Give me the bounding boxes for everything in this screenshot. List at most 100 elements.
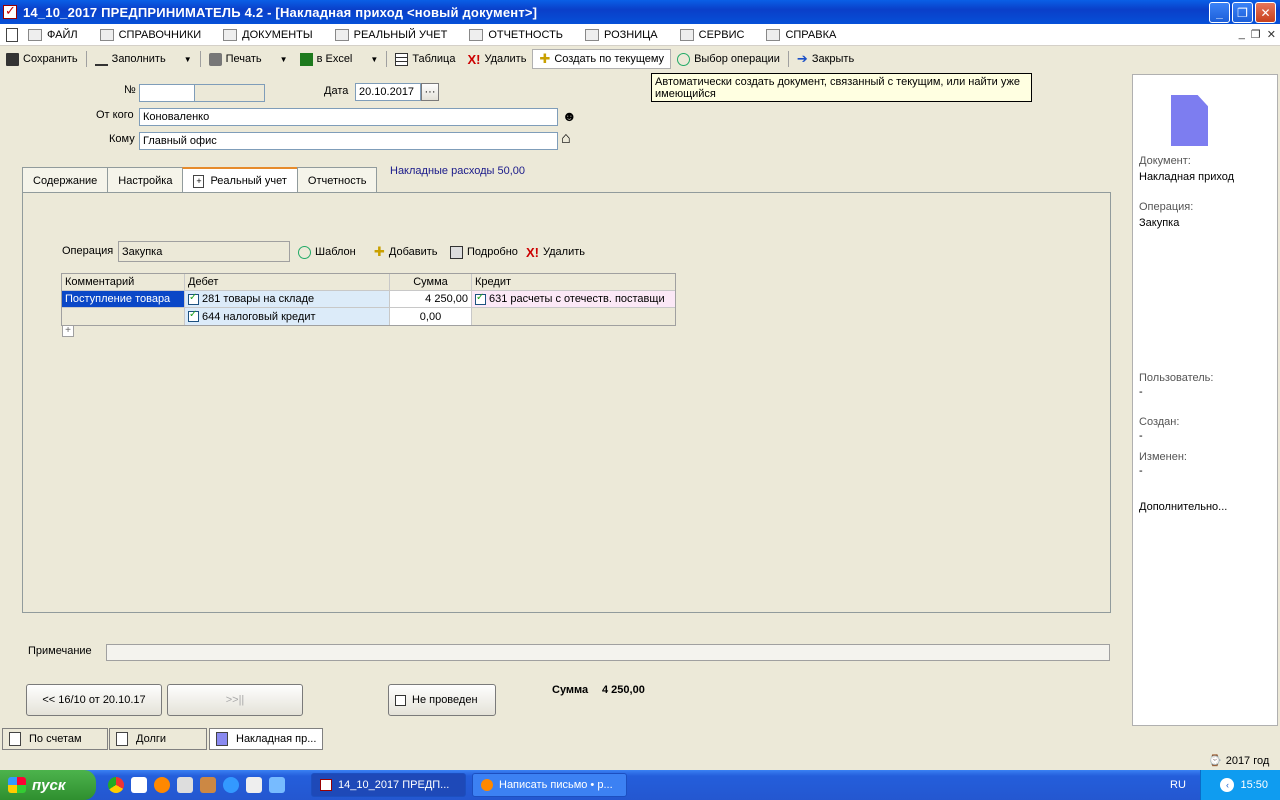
delete-button[interactable]: X! Удалить — [461, 49, 532, 69]
bottom-tab-debts[interactable]: Долги — [109, 728, 207, 750]
save-button[interactable]: Сохранить — [0, 49, 84, 69]
mdi-restore-button[interactable]: ❐ — [1251, 28, 1261, 41]
tab-settings[interactable]: Настройка — [107, 167, 184, 193]
home-icon — [99, 28, 114, 41]
changed-value: - — [1139, 465, 1143, 477]
cell-comment[interactable] — [62, 308, 185, 325]
person-icon[interactable]: ☻ — [562, 108, 577, 124]
create-from-current-button[interactable]: ✚ Создать по текущему — [532, 49, 672, 69]
excel-button[interactable]: в Excel ▼ — [294, 49, 385, 69]
expand-plus-icon[interactable]: + — [62, 325, 74, 337]
restore-button[interactable]: ❐ — [1232, 2, 1253, 23]
overhead-costs: Накладные расходы 50,00 — [390, 165, 526, 177]
header-sum[interactable]: Сумма — [390, 274, 472, 290]
cell-credit[interactable] — [472, 308, 675, 325]
close-button[interactable]: ➔ Закрыть — [791, 49, 860, 69]
add-row-button[interactable]: ✚ Добавить — [368, 242, 444, 262]
cell-credit[interactable]: 631 расчеты с отечеств. поставщи — [472, 291, 675, 307]
cell-debit[interactable]: 644 налоговый кредит — [185, 308, 390, 325]
tab-reports[interactable]: Отчетность — [296, 167, 378, 193]
next-document-button[interactable]: >>|| — [167, 684, 303, 716]
year-indicator[interactable]: ⌚ 2017 год — [1208, 754, 1269, 768]
mail-icon[interactable] — [131, 777, 147, 793]
menu-documents[interactable]: ДОКУМЕНТЫ — [223, 28, 313, 41]
document-icon — [223, 28, 238, 41]
chevron-down-icon[interactable]: ▼ — [184, 55, 192, 64]
menu-service[interactable]: СЕРВИС — [679, 28, 744, 41]
language-indicator[interactable]: RU — [1170, 779, 1186, 791]
toolbar-separator — [199, 51, 201, 67]
table-icon — [395, 52, 409, 66]
chevron-down-icon[interactable]: ▼ — [280, 55, 288, 64]
document-icon — [116, 732, 128, 746]
mdi-close-button[interactable]: ✕ — [1267, 28, 1276, 41]
task-app-window[interactable]: 14_10_2017 ПРЕДП... — [311, 773, 466, 797]
minimize-button[interactable]: _ — [1209, 2, 1230, 23]
menu-reports[interactable]: ОТЧЕТНОСТЬ — [469, 28, 563, 41]
clock[interactable]: 15:50 — [1240, 779, 1268, 791]
checkbox-checked-icon[interactable] — [475, 292, 486, 305]
bottom-tab-invoice[interactable]: Накладная пр... — [209, 728, 323, 750]
mdi-minimize-button[interactable]: _ — [1239, 28, 1245, 41]
floppy-icon — [6, 52, 19, 66]
print-button[interactable]: Печать ▼ — [203, 49, 294, 69]
created-value: - — [1139, 430, 1143, 442]
header-comment[interactable]: Комментарий — [62, 274, 185, 290]
delete-row-button[interactable]: X! Удалить — [520, 242, 591, 262]
chevron-down-icon[interactable]: ▼ — [370, 55, 378, 64]
ie-icon[interactable] — [223, 777, 239, 793]
desktop-icon[interactable] — [177, 777, 193, 793]
number-input[interactable] — [139, 84, 195, 102]
note-input[interactable] — [106, 644, 1110, 661]
printer-icon — [208, 52, 222, 66]
close-window-button[interactable]: ✕ — [1255, 2, 1276, 23]
date-picker-button[interactable]: ··· — [421, 83, 439, 101]
cell-sum[interactable]: 0,00 — [390, 308, 472, 325]
cell-debit[interactable]: 281 товары на складе — [185, 291, 390, 307]
table-row[interactable]: 644 налоговый кредит 0,00 — [62, 308, 675, 325]
menu-file[interactable]: ФАЙЛ — [28, 28, 78, 41]
table-button[interactable]: Таблица — [389, 49, 461, 69]
refresh-icon[interactable] — [269, 777, 285, 793]
cell-comment[interactable]: Поступление товара — [62, 291, 185, 307]
fill-button[interactable]: Заполнить ▼ — [89, 49, 198, 69]
more-link[interactable]: Дополнительно... — [1139, 501, 1227, 513]
tab-real-accounting[interactable]: + Реальный учет — [182, 167, 298, 194]
firefox-icon[interactable] — [154, 777, 170, 793]
home-icon[interactable]: ⌂ — [561, 130, 571, 148]
chrome-icon[interactable] — [108, 777, 124, 793]
header-credit[interactable]: Кредит — [472, 274, 675, 290]
tab-content[interactable]: Содержание — [22, 167, 109, 193]
header-debit[interactable]: Дебет — [185, 274, 390, 290]
task-browser-window[interactable]: Написать письмо • р... — [472, 773, 627, 797]
checkbox-checked-icon[interactable] — [188, 292, 199, 305]
to-input[interactable]: Главный офис — [139, 132, 558, 150]
app-launcher-icon[interactable] — [200, 777, 216, 793]
menu-retail[interactable]: РОЗНИЦА — [585, 28, 658, 41]
date-input[interactable]: 20.10.2017 — [355, 83, 421, 101]
table-row[interactable]: Поступление товара 281 товары на складе … — [62, 291, 675, 308]
ledger-icon — [334, 28, 349, 41]
date-label: Дата — [324, 85, 349, 97]
created-label: Создан: — [1139, 416, 1180, 428]
cell-sum[interactable]: 4 250,00 — [390, 291, 472, 307]
new-document-icon[interactable] — [6, 27, 18, 42]
from-input[interactable]: Коноваленко — [139, 108, 558, 126]
operation-field[interactable]: Закупка — [118, 241, 290, 262]
menu-help[interactable]: СПРАВКА — [766, 28, 836, 41]
posted-toggle[interactable]: Не проведен — [388, 684, 496, 716]
firefox-icon — [481, 779, 493, 791]
choose-operation-button[interactable]: Выбор операции — [671, 49, 786, 69]
start-button[interactable]: пуск — [0, 770, 96, 800]
bottom-tab-by-accounts[interactable]: По счетам — [2, 728, 108, 750]
checkbox-checked-icon[interactable] — [188, 309, 199, 322]
prev-document-button[interactable]: << 16/10 от 20.10.17 — [26, 684, 162, 716]
calculator-icon[interactable] — [246, 777, 262, 793]
template-button[interactable]: Шаблон — [292, 242, 362, 262]
menu-references[interactable]: СПРАВОЧНИКИ — [99, 28, 201, 41]
details-button[interactable]: Подробно — [444, 242, 524, 262]
menu-real-accounting[interactable]: РЕАЛЬНЫЙ УЧЕТ — [334, 28, 447, 41]
exit-arrow-icon: ➔ — [796, 51, 808, 66]
fill-icon — [94, 53, 108, 66]
chevron-left-icon[interactable]: ‹ — [1220, 778, 1235, 792]
